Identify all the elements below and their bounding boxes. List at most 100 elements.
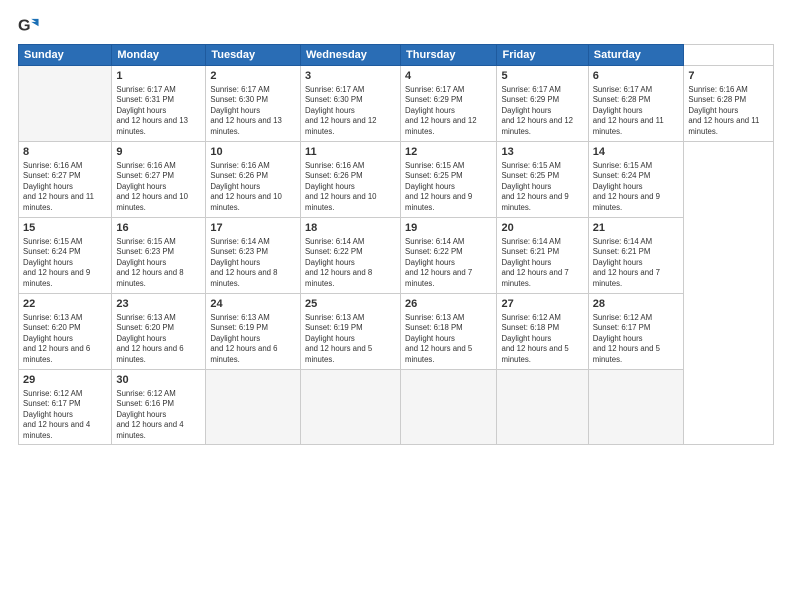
header-friday: Friday (497, 45, 588, 66)
calendar-day-cell (401, 370, 497, 445)
day-number: 10 (210, 145, 296, 160)
day-number: 25 (305, 297, 396, 312)
day-info: Sunrise: 6:13 AMSunset: 6:18 PMDaylight … (405, 313, 472, 364)
calendar-table: SundayMondayTuesdayWednesdayThursdayFrid… (18, 44, 774, 445)
day-info: Sunrise: 6:17 AMSunset: 6:30 PMDaylight … (305, 85, 377, 136)
calendar-day-cell: 2Sunrise: 6:17 AMSunset: 6:30 PMDaylight… (206, 66, 301, 142)
day-number: 13 (501, 145, 583, 160)
day-number: 29 (23, 373, 107, 388)
calendar-week-row: 1Sunrise: 6:17 AMSunset: 6:31 PMDaylight… (19, 66, 774, 142)
day-info: Sunrise: 6:13 AMSunset: 6:19 PMDaylight … (210, 313, 277, 364)
day-info: Sunrise: 6:12 AMSunset: 6:16 PMDaylight … (116, 389, 183, 440)
day-number: 27 (501, 297, 583, 312)
calendar-day-cell: 21Sunrise: 6:14 AMSunset: 6:21 PMDayligh… (588, 218, 684, 294)
calendar-day-cell: 17Sunrise: 6:14 AMSunset: 6:23 PMDayligh… (206, 218, 301, 294)
calendar-day-cell: 22Sunrise: 6:13 AMSunset: 6:20 PMDayligh… (19, 294, 112, 370)
calendar-day-cell: 1Sunrise: 6:17 AMSunset: 6:31 PMDaylight… (112, 66, 206, 142)
calendar-week-row: 29Sunrise: 6:12 AMSunset: 6:17 PMDayligh… (19, 370, 774, 445)
day-info: Sunrise: 6:13 AMSunset: 6:20 PMDaylight … (116, 313, 183, 364)
calendar-day-cell: 14Sunrise: 6:15 AMSunset: 6:24 PMDayligh… (588, 142, 684, 218)
calendar-day-cell: 28Sunrise: 6:12 AMSunset: 6:17 PMDayligh… (588, 294, 684, 370)
day-info: Sunrise: 6:15 AMSunset: 6:24 PMDaylight … (23, 237, 90, 288)
header-tuesday: Tuesday (206, 45, 301, 66)
day-info: Sunrise: 6:16 AMSunset: 6:28 PMDaylight … (688, 85, 759, 136)
header-monday: Monday (112, 45, 206, 66)
day-info: Sunrise: 6:13 AMSunset: 6:19 PMDaylight … (305, 313, 372, 364)
calendar-day-cell: 24Sunrise: 6:13 AMSunset: 6:19 PMDayligh… (206, 294, 301, 370)
header-wednesday: Wednesday (300, 45, 400, 66)
day-number: 21 (593, 221, 680, 236)
calendar-day-cell: 5Sunrise: 6:17 AMSunset: 6:29 PMDaylight… (497, 66, 588, 142)
day-number: 1 (116, 69, 201, 84)
day-info: Sunrise: 6:15 AMSunset: 6:25 PMDaylight … (405, 161, 472, 212)
calendar-day-cell: 30Sunrise: 6:12 AMSunset: 6:16 PMDayligh… (112, 370, 206, 445)
day-number: 7 (688, 69, 769, 84)
day-info: Sunrise: 6:15 AMSunset: 6:23 PMDaylight … (116, 237, 183, 288)
day-number: 26 (405, 297, 492, 312)
day-info: Sunrise: 6:16 AMSunset: 6:26 PMDaylight … (210, 161, 282, 212)
page: G SundayMondayTuesdayWednesdayThursdayFr… (0, 0, 792, 612)
day-number: 14 (593, 145, 680, 160)
calendar-day-cell: 27Sunrise: 6:12 AMSunset: 6:18 PMDayligh… (497, 294, 588, 370)
calendar-day-cell: 20Sunrise: 6:14 AMSunset: 6:21 PMDayligh… (497, 218, 588, 294)
day-info: Sunrise: 6:16 AMSunset: 6:27 PMDaylight … (23, 161, 94, 212)
header-thursday: Thursday (401, 45, 497, 66)
calendar-day-cell: 25Sunrise: 6:13 AMSunset: 6:19 PMDayligh… (300, 294, 400, 370)
day-number: 9 (116, 145, 201, 160)
day-info: Sunrise: 6:12 AMSunset: 6:17 PMDaylight … (23, 389, 90, 440)
day-number: 19 (405, 221, 492, 236)
day-number: 4 (405, 69, 492, 84)
day-number: 16 (116, 221, 201, 236)
day-number: 23 (116, 297, 201, 312)
calendar-day-cell: 18Sunrise: 6:14 AMSunset: 6:22 PMDayligh… (300, 218, 400, 294)
day-info: Sunrise: 6:17 AMSunset: 6:31 PMDaylight … (116, 85, 188, 136)
day-number: 12 (405, 145, 492, 160)
day-number: 15 (23, 221, 107, 236)
calendar-header-row: SundayMondayTuesdayWednesdayThursdayFrid… (19, 45, 774, 66)
day-info: Sunrise: 6:16 AMSunset: 6:27 PMDaylight … (116, 161, 188, 212)
day-number: 3 (305, 69, 396, 84)
calendar-day-cell: 8Sunrise: 6:16 AMSunset: 6:27 PMDaylight… (19, 142, 112, 218)
day-info: Sunrise: 6:13 AMSunset: 6:20 PMDaylight … (23, 313, 90, 364)
day-number: 30 (116, 373, 201, 388)
day-number: 8 (23, 145, 107, 160)
calendar-day-cell: 19Sunrise: 6:14 AMSunset: 6:22 PMDayligh… (401, 218, 497, 294)
calendar-week-row: 8Sunrise: 6:16 AMSunset: 6:27 PMDaylight… (19, 142, 774, 218)
day-number: 22 (23, 297, 107, 312)
header-sunday: Sunday (19, 45, 112, 66)
day-info: Sunrise: 6:14 AMSunset: 6:23 PMDaylight … (210, 237, 277, 288)
calendar-day-cell: 11Sunrise: 6:16 AMSunset: 6:26 PMDayligh… (300, 142, 400, 218)
day-number: 20 (501, 221, 583, 236)
day-number: 18 (305, 221, 396, 236)
svg-text:G: G (18, 17, 31, 35)
calendar-day-cell (497, 370, 588, 445)
day-info: Sunrise: 6:12 AMSunset: 6:17 PMDaylight … (593, 313, 660, 364)
calendar-day-cell: 10Sunrise: 6:16 AMSunset: 6:26 PMDayligh… (206, 142, 301, 218)
day-number: 28 (593, 297, 680, 312)
calendar-day-cell: 12Sunrise: 6:15 AMSunset: 6:25 PMDayligh… (401, 142, 497, 218)
calendar-day-cell: 23Sunrise: 6:13 AMSunset: 6:20 PMDayligh… (112, 294, 206, 370)
calendar-day-cell: 6Sunrise: 6:17 AMSunset: 6:28 PMDaylight… (588, 66, 684, 142)
day-info: Sunrise: 6:15 AMSunset: 6:24 PMDaylight … (593, 161, 660, 212)
logo: G (18, 16, 44, 38)
calendar-day-cell: 7Sunrise: 6:16 AMSunset: 6:28 PMDaylight… (684, 66, 774, 142)
day-info: Sunrise: 6:17 AMSunset: 6:29 PMDaylight … (501, 85, 573, 136)
day-number: 6 (593, 69, 680, 84)
day-number: 24 (210, 297, 296, 312)
day-info: Sunrise: 6:14 AMSunset: 6:22 PMDaylight … (305, 237, 372, 288)
day-number: 2 (210, 69, 296, 84)
calendar-day-cell: 26Sunrise: 6:13 AMSunset: 6:18 PMDayligh… (401, 294, 497, 370)
day-number: 11 (305, 145, 396, 160)
day-info: Sunrise: 6:14 AMSunset: 6:22 PMDaylight … (405, 237, 472, 288)
day-info: Sunrise: 6:14 AMSunset: 6:21 PMDaylight … (593, 237, 660, 288)
day-info: Sunrise: 6:12 AMSunset: 6:18 PMDaylight … (501, 313, 568, 364)
calendar-day-cell (300, 370, 400, 445)
calendar-day-cell: 29Sunrise: 6:12 AMSunset: 6:17 PMDayligh… (19, 370, 112, 445)
calendar-day-cell (19, 66, 112, 142)
day-info: Sunrise: 6:17 AMSunset: 6:29 PMDaylight … (405, 85, 477, 136)
calendar-day-cell (206, 370, 301, 445)
day-number: 5 (501, 69, 583, 84)
calendar-day-cell: 15Sunrise: 6:15 AMSunset: 6:24 PMDayligh… (19, 218, 112, 294)
calendar-day-cell: 9Sunrise: 6:16 AMSunset: 6:27 PMDaylight… (112, 142, 206, 218)
day-info: Sunrise: 6:16 AMSunset: 6:26 PMDaylight … (305, 161, 377, 212)
